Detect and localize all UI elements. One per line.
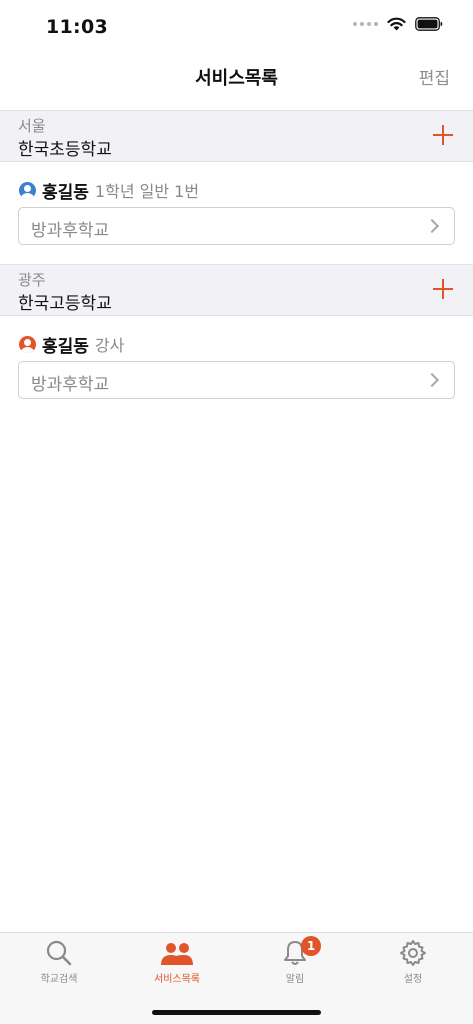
home-indicator bbox=[152, 1010, 321, 1015]
status-bar: 11:03 bbox=[0, 0, 473, 50]
tab-label: 서비스목록 bbox=[154, 974, 200, 985]
tab-label: 알림 bbox=[285, 974, 305, 985]
tab-notifications[interactable]: 1 알림 bbox=[236, 936, 354, 993]
battery-icon bbox=[415, 17, 443, 31]
user-avatar-icon bbox=[19, 181, 36, 199]
school-section-header: 광주 한국고등학교 bbox=[0, 264, 473, 316]
screen: 11:03 서비스목록 편집 서울 한국초등학교 홍길동 1학년 일반 1번 방… bbox=[0, 0, 473, 1024]
cellular-signal-icon bbox=[353, 22, 378, 26]
add-service-button[interactable] bbox=[433, 279, 453, 299]
member-role: 강사 bbox=[94, 336, 125, 355]
chevron-right-icon bbox=[424, 218, 440, 234]
school-name: 한국초등학교 bbox=[18, 140, 112, 160]
page-title: 서비스목록 bbox=[195, 68, 278, 89]
member-name: 홍길동 bbox=[42, 336, 89, 357]
service-item[interactable]: 방과후학교 bbox=[18, 361, 455, 399]
navigation-bar: 서비스목록 편집 bbox=[0, 56, 473, 96]
region-label: 서울 bbox=[18, 117, 46, 135]
member-row: 홍길동 1학년 일반 1번 bbox=[19, 178, 200, 203]
people-icon bbox=[161, 943, 193, 965]
notification-badge: 1 bbox=[301, 936, 321, 956]
member-name: 홍길동 bbox=[42, 182, 89, 203]
tab-service-list[interactable]: 서비스목록 bbox=[118, 939, 236, 993]
school-name: 한국고등학교 bbox=[18, 294, 112, 314]
tab-settings[interactable]: 설정 bbox=[354, 939, 472, 993]
member-row: 홍길동 강사 bbox=[19, 332, 125, 357]
service-item[interactable]: 방과후학교 bbox=[18, 207, 455, 245]
wifi-icon bbox=[387, 17, 406, 31]
add-service-button[interactable] bbox=[433, 125, 453, 145]
member-role: 1학년 일반 1번 bbox=[94, 182, 200, 201]
tab-school-search[interactable]: 학교검색 bbox=[0, 939, 118, 993]
tab-label: 학교검색 bbox=[40, 974, 78, 985]
region-label: 광주 bbox=[18, 271, 46, 289]
gear-icon bbox=[400, 940, 426, 966]
edit-button[interactable]: 편집 bbox=[419, 64, 450, 89]
school-section-header: 서울 한국초등학교 bbox=[0, 110, 473, 162]
search-icon bbox=[46, 940, 72, 966]
status-time: 11:03 bbox=[46, 16, 108, 38]
service-label: 방과후학교 bbox=[31, 375, 110, 395]
chevron-right-icon bbox=[424, 372, 440, 388]
status-icons bbox=[353, 17, 443, 31]
user-avatar-icon bbox=[19, 335, 36, 353]
tab-label: 설정 bbox=[403, 974, 423, 985]
service-label: 방과후학교 bbox=[31, 221, 110, 241]
